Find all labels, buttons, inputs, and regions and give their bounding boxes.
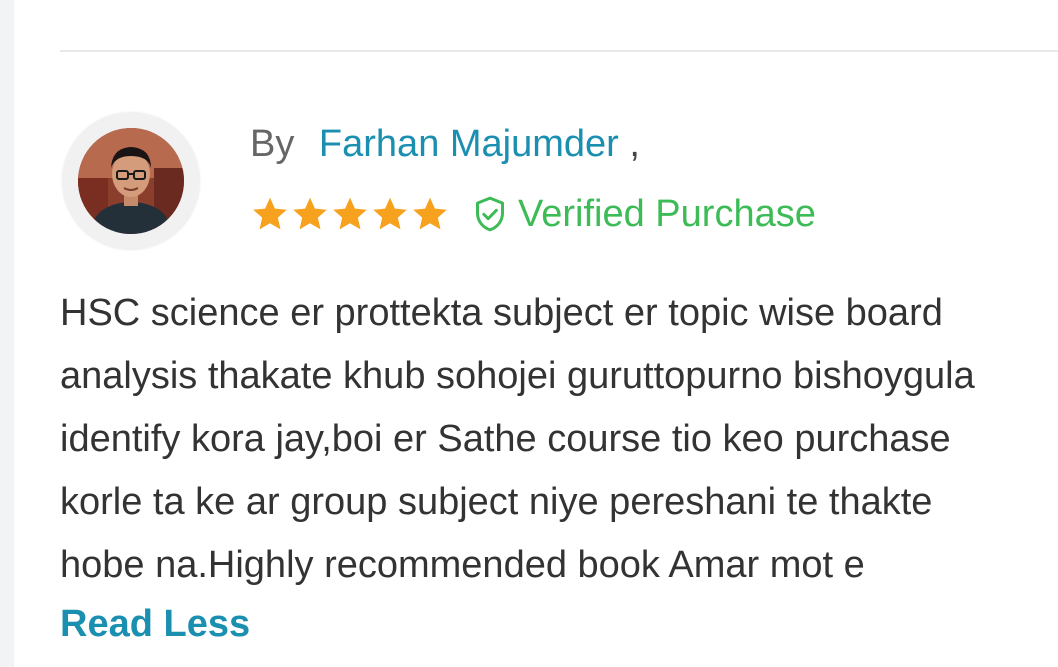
- star-icon: [333, 197, 367, 230]
- section-divider: [60, 50, 1058, 52]
- review-byline: By Farhan Majumder ,: [250, 120, 640, 168]
- review-line: hobe na.Highly recommended book Amar mot…: [60, 544, 865, 586]
- shield-check-icon: [476, 196, 504, 232]
- author-suffix: ,: [629, 123, 640, 165]
- rating-row: Verified Purchase: [250, 190, 816, 238]
- review-line: analysis thakate khub sohojei guruttopur…: [60, 355, 975, 397]
- verified-label: Verified Purchase: [518, 193, 816, 235]
- avatar-frame: [62, 112, 200, 250]
- star-rating: [250, 194, 450, 234]
- review-line: identify kora jay,boi er Sathe course ti…: [60, 418, 951, 460]
- review-body: HSC science er prottekta subject er topi…: [60, 282, 1058, 597]
- verified-purchase-badge: Verified Purchase: [470, 190, 816, 238]
- star-icon: [293, 197, 327, 230]
- author-link[interactable]: Farhan Majumder: [319, 123, 619, 165]
- by-label: By: [250, 123, 295, 165]
- review-line: HSC science er prottekta subject er topi…: [60, 292, 943, 334]
- star-icon: [253, 197, 287, 230]
- left-edge-strip: [0, 0, 14, 667]
- review-line: korle ta ke ar group subject niye peresh…: [60, 481, 933, 523]
- star-icon: [373, 197, 407, 230]
- avatar: [78, 128, 184, 234]
- star-icon: [413, 197, 447, 230]
- read-less-toggle[interactable]: Read Less: [60, 600, 250, 648]
